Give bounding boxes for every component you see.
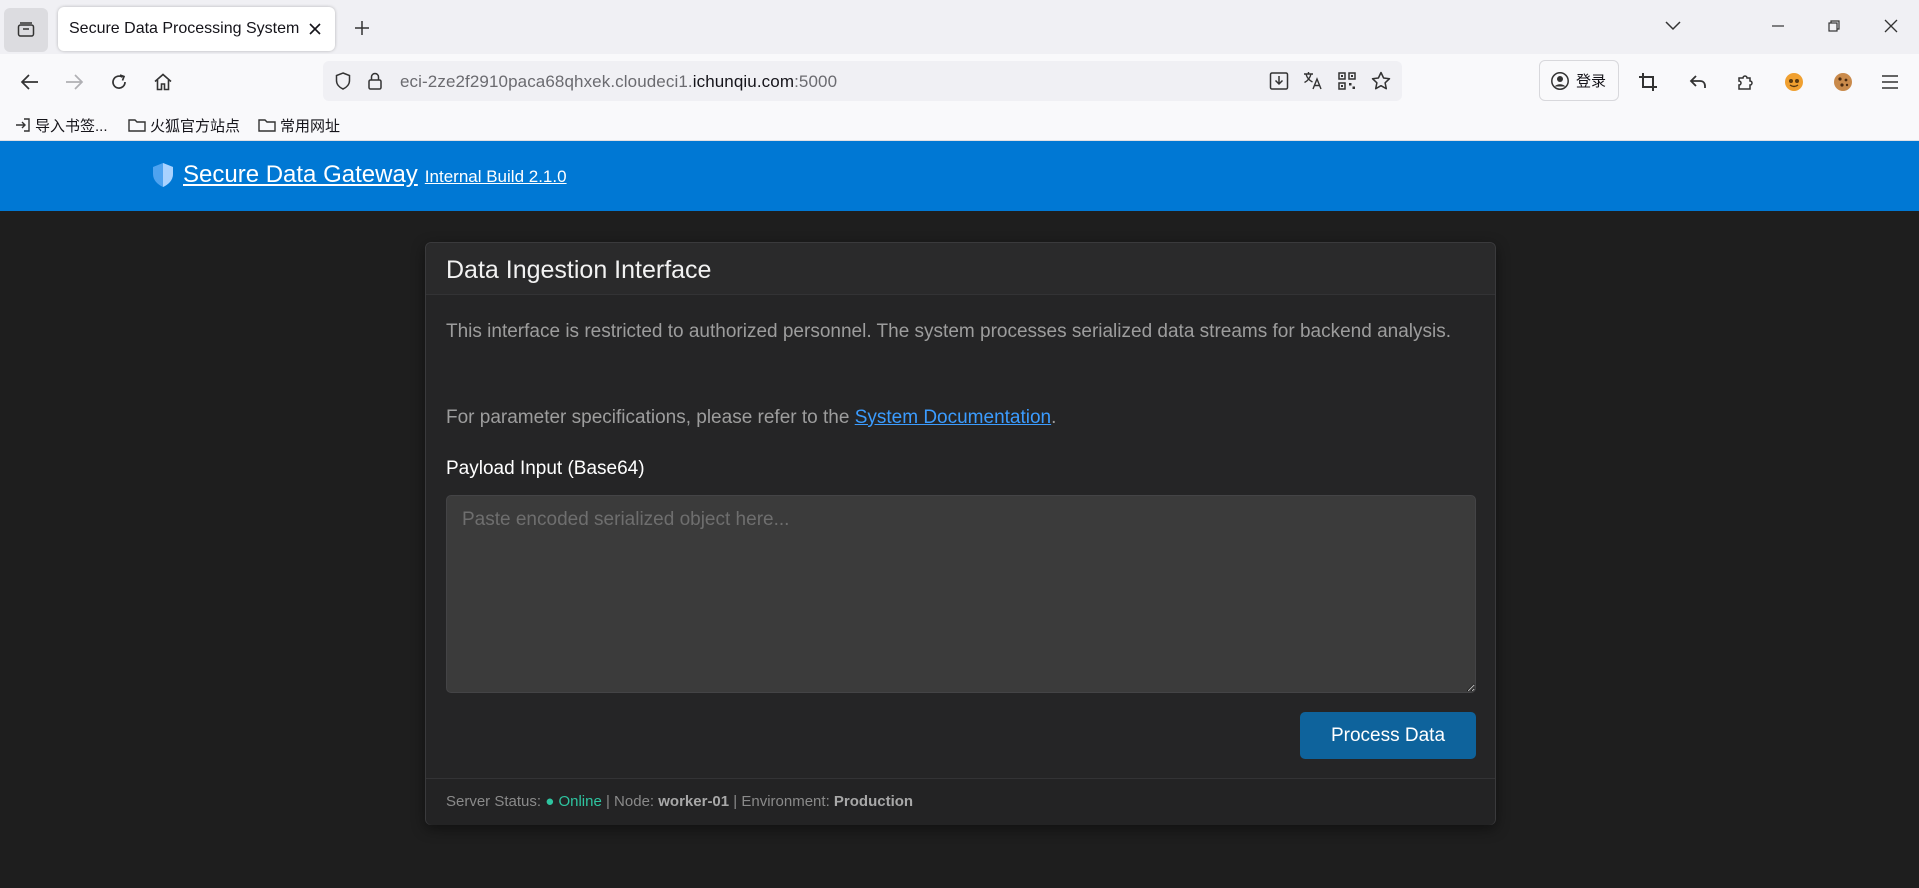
documentation-notice: For parameter specifications, please ref… [446, 407, 1056, 429]
undo-close-tab-button[interactable] [1683, 67, 1713, 97]
bookmark-folder-firefox[interactable]: 火狐官方站点 [128, 114, 240, 136]
card-title: Data Ingestion Interface [446, 256, 712, 284]
reload-button[interactable] [104, 67, 134, 97]
url-text[interactable]: eci-2ze2f2910paca68qhxek.cloudeci1.ichun… [400, 72, 837, 92]
app-menu-button[interactable] [1875, 67, 1905, 97]
documentation-notice-text: For parameter specifications, please ref… [446, 407, 855, 428]
bookmark-label: 火狐官方站点 [150, 117, 241, 135]
status-label: Server Status: [446, 793, 542, 810]
minimize-button[interactable] [1760, 10, 1796, 42]
status-online-badge: ● Online [545, 793, 602, 810]
chevron-down-icon [1665, 21, 1681, 31]
site-title: Secure Data Gateway [183, 161, 418, 188]
folder-icon [128, 119, 146, 132]
url-host: ichunqiu.com [692, 72, 795, 91]
bookmarks-toolbar: 导入书签... 火狐官方站点 常用网址 [0, 109, 1919, 141]
crop-icon [1639, 73, 1657, 91]
site-header: Secure Data Gateway Internal Build 2.1.0 [0, 141, 1919, 211]
extension-cookie-button[interactable] [1828, 67, 1858, 97]
url-port: :5000 [794, 72, 838, 91]
screenshot-crop-button[interactable] [1633, 67, 1663, 97]
address-bar[interactable]: eci-2ze2f2910paca68qhxek.cloudeci1.ichun… [323, 61, 1402, 101]
tab-close-button[interactable] [305, 19, 325, 39]
close-window-button[interactable] [1873, 10, 1909, 42]
browser-tab-bar: Secure Data Processing System [0, 0, 1919, 54]
login-label: 登录 [1576, 73, 1607, 90]
reload-icon [112, 74, 126, 89]
bookmark-folder-common[interactable]: 常用网址 [258, 114, 340, 136]
card-footer: Server Status: ● Online | Node: worker-0… [426, 778, 1495, 825]
payload-input-label: Payload Input (Base64) [446, 458, 645, 479]
ingestion-card: Data Ingestion Interface This interface … [425, 242, 1496, 825]
plus-icon [355, 21, 369, 35]
process-data-button[interactable]: Process Data [1300, 712, 1476, 759]
download-page-icon[interactable] [1267, 69, 1291, 93]
extension-tampermonkey-button[interactable] [1779, 67, 1809, 97]
card-header: Data Ingestion Interface [426, 243, 1495, 295]
arrow-right-icon [66, 74, 84, 90]
bookmark-star-icon[interactable] [1369, 69, 1393, 93]
home-icon [154, 73, 172, 91]
home-button[interactable] [148, 67, 178, 97]
system-documentation-link[interactable]: System Documentation [855, 407, 1051, 428]
close-icon [1884, 19, 1898, 33]
server-status-line: Server Status: ● Online | Node: worker-0… [446, 793, 913, 810]
bookmark-label: 导入书签... [35, 117, 108, 135]
documentation-notice-end: . [1051, 407, 1057, 428]
environment-label: | Environment: [733, 793, 830, 810]
url-prefix: eci-2ze2f2910paca68qhxek.cloudeci1. [400, 72, 693, 91]
restore-icon [1828, 20, 1840, 32]
shield-icon[interactable] [331, 69, 355, 93]
tab-title: Secure Data Processing System [69, 20, 300, 37]
bookmark-import[interactable]: 导入书签... [15, 114, 108, 136]
folder-icon [258, 119, 276, 132]
close-icon [309, 23, 321, 35]
site-brand-link[interactable]: Secure Data Gateway Internal Build 2.1.0 [149, 161, 567, 189]
account-login-button[interactable]: 登录 [1539, 60, 1619, 101]
bookmark-label: 常用网址 [280, 117, 341, 135]
lock-icon[interactable] [363, 69, 387, 93]
extensions-button[interactable] [1731, 67, 1761, 97]
hamburger-menu-icon [1882, 75, 1898, 89]
arrow-left-icon [20, 74, 38, 90]
account-icon [1551, 71, 1569, 90]
monkey-extension-icon [1785, 73, 1803, 91]
tab-list-icon [17, 22, 35, 37]
restore-button[interactable] [1816, 10, 1852, 42]
minimize-icon [1772, 25, 1784, 27]
translate-icon[interactable] [1301, 69, 1325, 93]
new-tab-button[interactable] [347, 13, 377, 43]
shield-logo-icon [149, 161, 177, 189]
browser-nav-bar: eci-2ze2f2910paca68qhxek.cloudeci1.ichun… [0, 54, 1919, 109]
forward-button[interactable] [59, 67, 89, 97]
tab-list-button[interactable] [4, 8, 48, 52]
payload-input[interactable] [446, 495, 1476, 693]
qr-code-icon[interactable] [1335, 69, 1359, 93]
build-version: Internal Build 2.1.0 [424, 167, 567, 186]
cookie-icon [1834, 73, 1852, 91]
browser-tab-active[interactable]: Secure Data Processing System [58, 7, 335, 51]
card-description: This interface is restricted to authoriz… [446, 321, 1452, 342]
import-icon [16, 118, 30, 132]
puzzle-icon [1738, 75, 1753, 90]
back-button[interactable] [15, 67, 45, 97]
undo-arrow-icon [1689, 75, 1706, 88]
environment-value: Production [833, 793, 914, 810]
node-label: | Node: [605, 793, 655, 810]
tab-overflow-button[interactable] [1655, 10, 1691, 42]
node-value: worker-01 [658, 793, 730, 810]
